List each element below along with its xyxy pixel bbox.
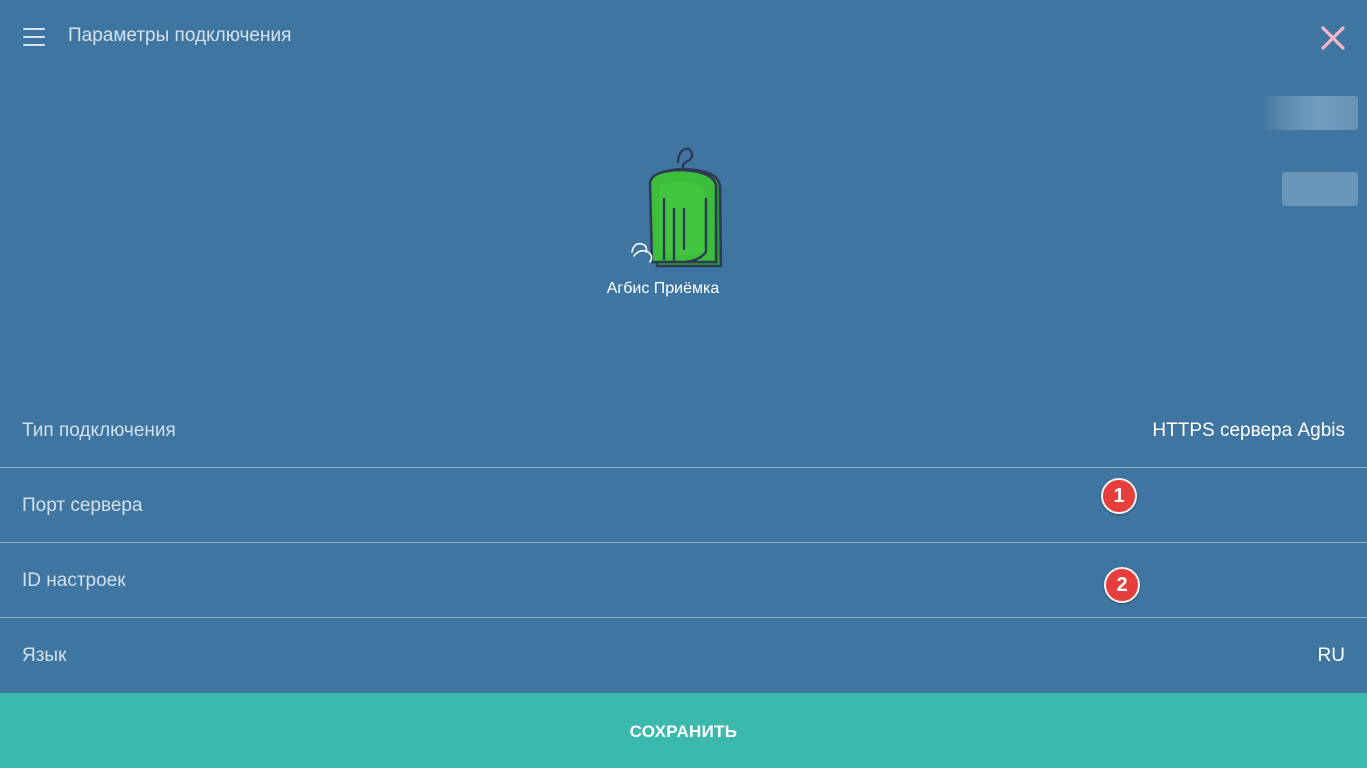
- setting-row-settings-id[interactable]: ID настроек: [0, 543, 1367, 618]
- setting-row-server-port[interactable]: Порт сервера: [0, 468, 1367, 543]
- page-title: Параметры подключения: [68, 25, 292, 46]
- close-glyph: [1321, 26, 1345, 50]
- setting-label: Язык: [22, 645, 67, 666]
- hamburger-menu-icon[interactable]: [22, 25, 46, 49]
- setting-value: RU: [1317, 645, 1345, 666]
- annotation-badge: 2: [1104, 567, 1140, 603]
- menu-line: [23, 44, 45, 46]
- blurred-settings-id-value: [1282, 172, 1358, 206]
- save-button[interactable]: СОХРАНИТЬ: [0, 693, 1367, 768]
- coat-on-hanger-logo: [620, 140, 746, 275]
- connection-settings-list: Тип подключения HTTPS сервера Agbis Порт…: [0, 393, 1367, 693]
- setting-label: Тип подключения: [22, 420, 176, 441]
- menu-line: [23, 36, 45, 38]
- setting-row-connection-type[interactable]: Тип подключения HTTPS сервера Agbis: [0, 393, 1367, 468]
- app-name: Агбис Приёмка: [606, 280, 720, 297]
- setting-value: HTTPS сервера Agbis: [1152, 420, 1345, 441]
- close-icon[interactable]: [1319, 24, 1347, 52]
- setting-label: Порт сервера: [22, 495, 143, 516]
- setting-label: ID настроек: [22, 570, 126, 591]
- annotation-badge: 1: [1101, 478, 1137, 514]
- blurred-port-value: [1262, 96, 1358, 130]
- top-bar: Параметры подключения: [0, 0, 1367, 76]
- menu-line: [23, 28, 45, 30]
- setting-row-language[interactable]: Язык RU: [0, 618, 1367, 693]
